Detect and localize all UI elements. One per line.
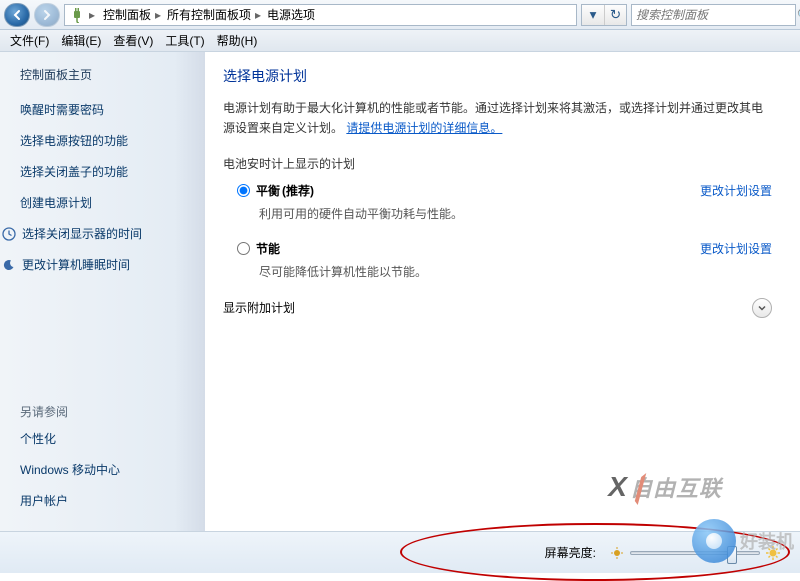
page-title: 选择电源计划 (223, 66, 772, 86)
address-bar-row: ▸ 控制面板 ▸ 所有控制面板项 ▸ 电源选项 ▾ ↻ 🔍 (0, 0, 800, 30)
power-plug-icon (69, 7, 85, 23)
sidebar-link-close-lid[interactable]: 选择关闭盖子的功能 (20, 163, 193, 180)
refresh-button[interactable]: ↻ (604, 5, 626, 25)
sidebar-link-sleep-time[interactable]: 更改计算机睡眠时间 (22, 256, 130, 273)
brightness-low-icon (610, 546, 624, 560)
see-also-mobility-center[interactable]: Windows 移动中心 (20, 461, 193, 478)
sidebar-row: 选择关闭显示器的时间 (2, 225, 193, 242)
main-panel: 选择电源计划 电源计划有助于最大化计算机的性能或者节能。通过选择计划来将其激活，… (205, 52, 800, 531)
brightness-slider-thumb[interactable] (727, 546, 737, 564)
show-additional-plans-row[interactable]: 显示附加计划 (223, 298, 772, 318)
plan-name: 平衡 (256, 182, 280, 199)
sidebar-row: 更改计算机睡眠时间 (2, 256, 193, 273)
breadcrumb-item[interactable]: 控制面板 (101, 6, 153, 23)
breadcrumb: 控制面板 ▸ 所有控制面板项 ▸ 电源选项 (101, 6, 317, 23)
history-dropdown-button[interactable]: ▾ (582, 5, 604, 25)
brightness-label: 屏幕亮度: (545, 544, 596, 561)
plan-power-saver: 节能 更改计划设置 尽可能降低计算机性能以节能。 (237, 240, 772, 280)
plan-radio-balanced[interactable] (237, 184, 250, 197)
change-plan-settings-link[interactable]: 更改计划设置 (700, 182, 772, 199)
show-additional-plans-label: 显示附加计划 (223, 299, 752, 316)
menu-help[interactable]: 帮助(H) (211, 32, 264, 49)
moon-icon (2, 258, 16, 272)
see-also-heading: 另请参阅 (20, 403, 193, 420)
chevron-right-icon: ▸ (89, 8, 97, 22)
sidebar-link-create-plan[interactable]: 创建电源计划 (20, 194, 193, 211)
plan-radio-power-saver[interactable] (237, 242, 250, 255)
brightness-control: 屏幕亮度: (545, 544, 780, 561)
breadcrumb-item[interactable]: 所有控制面板项 (165, 6, 253, 23)
control-panel-home-link[interactable]: 控制面板主页 (20, 66, 193, 83)
menu-edit[interactable]: 编辑(E) (55, 32, 107, 49)
sidebar: 控制面板主页 唤醒时需要密码 选择电源按钮的功能 选择关闭盖子的功能 创建电源计… (0, 52, 205, 531)
menu-bar: 文件(F) 编辑(E) 查看(V) 工具(T) 帮助(H) (0, 30, 800, 52)
sidebar-link-power-button[interactable]: 选择电源按钮的功能 (20, 132, 193, 149)
clock-icon (2, 227, 16, 241)
menu-tools[interactable]: 工具(T) (159, 32, 210, 49)
forward-button (34, 3, 60, 27)
plan-description: 尽可能降低计算机性能以节能。 (259, 263, 772, 280)
search-box[interactable]: 🔍 (631, 4, 796, 26)
breadcrumb-item[interactable]: 电源选项 (265, 6, 317, 23)
sidebar-link-wake-password[interactable]: 唤醒时需要密码 (20, 101, 193, 118)
chevron-right-icon: ▸ (155, 8, 163, 22)
change-plan-settings-link[interactable]: 更改计划设置 (700, 240, 772, 257)
menu-view[interactable]: 查看(V) (107, 32, 159, 49)
sidebar-link-display-off-time[interactable]: 选择关闭显示器的时间 (22, 225, 142, 242)
desc-link[interactable]: 请提供电源计划的详细信息。 (346, 121, 502, 135)
content-area: 控制面板主页 唤醒时需要密码 选择电源按钮的功能 选择关闭盖子的功能 创建电源计… (0, 52, 800, 531)
chevron-right-icon: ▸ (255, 8, 263, 22)
see-also-personalization[interactable]: 个性化 (20, 430, 193, 447)
see-also-user-accounts[interactable]: 用户帐户 (20, 492, 193, 509)
plan-recommended-tag: (推荐) (282, 182, 314, 199)
chevron-down-icon (757, 303, 767, 313)
page-description: 电源计划有助于最大化计算机的性能或者节能。通过选择计划来将其激活，或选择计划并通… (223, 98, 772, 139)
brightness-high-icon (766, 546, 780, 560)
bottom-bar: 屏幕亮度: (0, 531, 800, 573)
plan-name: 节能 (256, 240, 280, 257)
plans-section-label: 电池安时计上显示的计划 (223, 155, 772, 172)
plan-description: 利用可用的硬件自动平衡功耗与性能。 (259, 205, 772, 222)
search-input[interactable] (632, 8, 797, 22)
address-bar-buttons: ▾ ↻ (581, 4, 627, 26)
back-button[interactable] (4, 3, 30, 27)
address-bar[interactable]: ▸ 控制面板 ▸ 所有控制面板项 ▸ 电源选项 (64, 4, 577, 26)
menu-file[interactable]: 文件(F) (4, 32, 55, 49)
plan-balanced: 平衡 (推荐) 更改计划设置 利用可用的硬件自动平衡功耗与性能。 (237, 182, 772, 222)
brightness-slider[interactable] (630, 551, 760, 555)
expand-button[interactable] (752, 298, 772, 318)
